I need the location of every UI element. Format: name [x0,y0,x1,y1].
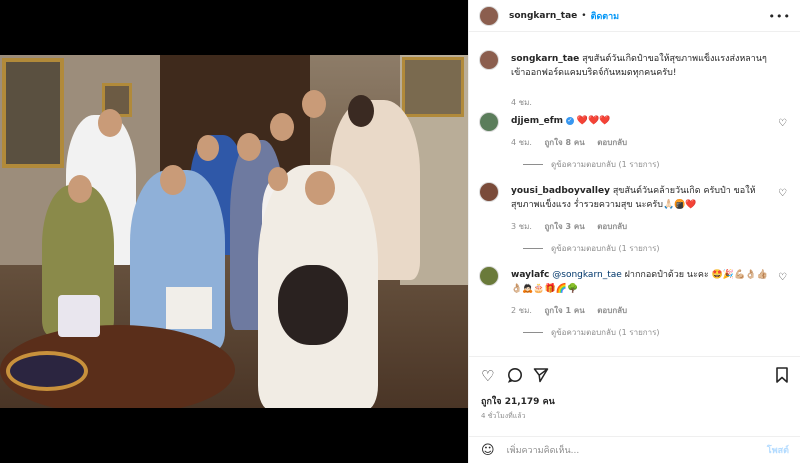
reply-button[interactable]: ตอบกลับ [597,306,627,315]
comments-list[interactable]: songkarn_tae สุขสันต์วันเกิดป๋าขอให้สุขภ… [469,40,800,355]
separator-dot: • [581,10,587,21]
comment-input[interactable]: เพิ่มความคิดเห็น... [507,443,767,457]
comment-likes[interactable]: ถูกใจ 8 คน [544,138,584,147]
header-username[interactable]: songkarn_tae [509,11,577,21]
comment-time[interactable]: 2 ชม. [511,306,532,315]
blueberry-tart [6,351,88,391]
comment-like-heart-icon[interactable]: ♡ [778,118,787,129]
post-header: songkarn_tae • ติดตาม ••• [469,0,800,32]
bookmark-icon[interactable] [775,367,789,387]
reply-button[interactable]: ตอบกลับ [597,138,627,147]
avatar[interactable] [479,182,499,202]
comment-text: ❤️❤️❤️ [576,116,611,126]
comment-likes[interactable]: ถูกใจ 3 คน [544,222,584,231]
wall-painting [2,58,64,168]
share-icon[interactable] [533,367,549,387]
comment-like-heart-icon[interactable]: ♡ [778,188,787,199]
comment-time[interactable]: 4 ชม. [511,138,532,147]
comment-mention[interactable]: @songkarn_tae [552,270,622,280]
post-time[interactable]: 4 ชั่วโมงที่แล้ว [481,411,526,422]
comment-time[interactable]: 3 ชม. [511,222,532,231]
post-sidebar: songkarn_tae • ติดตาม ••• songkarn_tae ส… [468,0,800,463]
post-photo[interactable] [0,55,468,408]
framed-certificate [402,57,464,117]
follow-button[interactable]: ติดตาม [591,9,620,23]
instagram-post-view: songkarn_tae • ติดตาม ••• songkarn_tae ส… [0,0,800,463]
comment-username[interactable]: yousi_badboyvalley [511,186,610,196]
verified-badge-icon: ✓ [565,116,574,125]
comment-likes[interactable]: ถูกใจ 1 คน [544,306,584,315]
reply-button[interactable]: ตอบกลับ [597,222,627,231]
comment-text: ฝากกอดป๋าด้วย นะคะ 🤩🎉💪🏼👌🏼👍🏼👌🏼🙇🏻🎂🎁🌈🌳 [511,270,768,294]
view-replies-button[interactable]: ดูข้อความตอบกลับ (1 รายการ) [523,242,660,255]
heart-icon[interactable]: ♡ [481,367,494,385]
post-comment-button[interactable]: โพสต์ [767,443,789,457]
comment-username[interactable]: waylafc [511,270,549,280]
avatar[interactable] [479,5,499,26]
smiley-icon[interactable]: ☺ [481,443,495,458]
comment-username[interactable]: djjem_efm [511,116,563,126]
post-actions: ♡ ถูกใจ 21,179 คน 4 ชั่วโมงที่แล้ว [469,356,800,436]
avatar[interactable] [479,50,499,70]
avatar[interactable] [479,112,499,132]
birthday-cake [58,295,100,337]
add-comment-bar: ☺ เพิ่มความคิดเห็น... โพสต์ [469,436,800,463]
caption-time[interactable]: 4 ชม. [511,98,532,107]
view-replies-button[interactable]: ดูข้อความตอบกลับ (1 รายการ) [523,158,660,171]
tissue-box [166,287,212,329]
likes-count[interactable]: ถูกใจ 21,179 คน [481,394,555,408]
comment-like-heart-icon[interactable]: ♡ [778,272,787,283]
dog [278,265,348,345]
more-horizontal-icon[interactable]: ••• [769,10,791,23]
view-replies-button[interactable]: ดูข้อความตอบกลับ (1 รายการ) [523,326,660,339]
avatar[interactable] [479,266,499,286]
caption-username[interactable]: songkarn_tae [511,54,579,64]
media-area [0,0,468,463]
comment-icon[interactable] [507,367,523,387]
